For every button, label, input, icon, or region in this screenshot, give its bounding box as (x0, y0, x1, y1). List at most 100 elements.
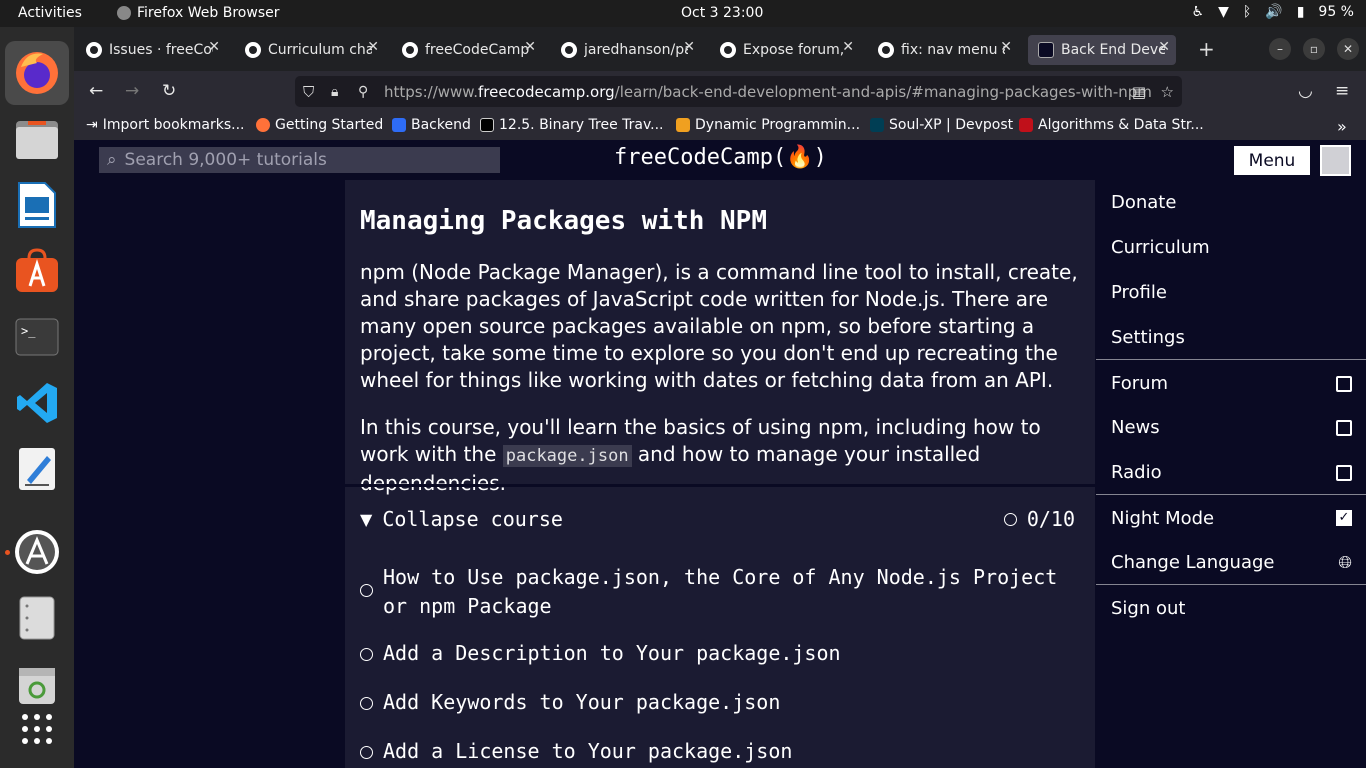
menu-item-change-language[interactable]: Change Language (1111, 552, 1274, 573)
url-text[interactable]: https://www.freecodecamp.org/learn/back-… (384, 83, 1152, 101)
reader-view-icon[interactable]: ▤ (1132, 83, 1146, 101)
collapse-course-toggle[interactable]: ▼ Collapse course (360, 507, 563, 531)
firefox-dock-icon[interactable] (5, 41, 69, 105)
pocket-icon[interactable]: ◡ (1298, 81, 1313, 101)
system-tray[interactable]: ♿ ▼ ᛒ 🔊 ▮ 95 % (1192, 4, 1354, 20)
github-icon (878, 42, 894, 58)
wifi-icon[interactable]: ▼ (1218, 4, 1229, 20)
site-logo[interactable]: freeCodeCamp(🔥) (614, 145, 827, 170)
tab[interactable]: freeCodeCamp/freeCodeCamp✕ (392, 35, 542, 65)
bookmark-star-icon[interactable]: ☆ (1161, 83, 1174, 101)
bookmarks-bar: ⇥ Import bookmarks... Getting Started Bac… (74, 112, 1366, 140)
bookmark-item[interactable]: ⇥ Import bookmarks... (86, 117, 245, 133)
github-icon (561, 42, 577, 58)
hamburger-menu-icon[interactable]: ≡ (1335, 81, 1349, 101)
vscode-dock-icon[interactable] (5, 371, 69, 435)
backend-favicon (392, 118, 406, 132)
bookmark-item[interactable]: Soul-XP | Devpost (870, 117, 1013, 133)
tab[interactable]: Curriculum challenges✕ (235, 35, 385, 65)
bookmark-item[interactable]: Getting Started (256, 117, 383, 133)
challenge-item[interactable]: Add Keywords to Your package.json (360, 690, 780, 714)
close-tab-icon[interactable]: ✕ (208, 39, 220, 55)
incomplete-circle-icon (360, 648, 373, 661)
activities-button[interactable]: Activities (18, 5, 82, 21)
show-apps-icon[interactable] (5, 697, 69, 761)
menu-item-night-mode[interactable]: Night Mode (1111, 508, 1214, 529)
accessibility-icon[interactable]: ♿ (1192, 4, 1205, 20)
lock-icon[interactable]: 🔒︎ (331, 84, 338, 100)
divider (1096, 494, 1366, 495)
permissions-icon[interactable]: ⚲ (358, 84, 368, 100)
writer-dock-icon[interactable] (5, 173, 69, 237)
reload-icon[interactable]: ↻ (162, 81, 176, 101)
challenge-item[interactable]: How to Use package.json, the Core of Any… (360, 563, 1073, 621)
text-editor-dock-icon[interactable] (5, 437, 69, 501)
tab[interactable]: Issues · freeCodeCamp✕ (76, 35, 226, 65)
minimize-icon[interactable]: – (1269, 38, 1291, 60)
menu-item-radio[interactable]: Radio (1111, 462, 1162, 483)
nav-menu-panel: Donate Curriculum Profile Settings Forum… (1096, 180, 1366, 629)
software-updater-dock-icon[interactable] (5, 520, 69, 584)
new-tab-icon[interactable]: + (1198, 37, 1215, 61)
github-icon (402, 42, 418, 58)
disks-dock-icon[interactable] (5, 586, 69, 650)
forward-icon[interactable]: → (125, 81, 139, 101)
course-intro: npm (Node Package Manager), is a command… (360, 260, 1078, 392)
terminal-favicon (480, 118, 494, 132)
avatar[interactable] (1320, 145, 1351, 176)
menu-item-sign-out[interactable]: Sign out (1111, 598, 1185, 619)
bookmark-item[interactable]: Dynamic Programmin... (676, 117, 860, 133)
more-bookmarks-icon[interactable]: » (1337, 117, 1347, 136)
close-tab-icon[interactable]: ✕ (842, 39, 854, 55)
close-tab-icon[interactable]: ✕ (683, 39, 695, 55)
tab-active[interactable]: Back End Development✕ (1028, 35, 1176, 65)
svg-text:>_: >_ (21, 324, 36, 338)
tab[interactable]: jaredhanson/passport✕ (551, 35, 701, 65)
tab[interactable]: Expose forum, news✕ (710, 35, 860, 65)
challenge-item[interactable]: Add a Description to Your package.json (360, 641, 841, 665)
volume-icon[interactable]: 🔊 (1265, 4, 1282, 20)
close-tab-icon[interactable]: ✕ (367, 39, 379, 55)
menu-button[interactable]: Menu (1234, 146, 1310, 175)
browser-nav-bar: ← → ↻ ⛉ 🔒︎ ⚲ https://www.freecodecamp.or… (74, 71, 1366, 112)
menu-item-news[interactable]: News (1111, 417, 1160, 438)
menu-item-donate[interactable]: Donate (1111, 192, 1176, 213)
url-bar[interactable]: ⛉ 🔒︎ ⚲ https://www.freecodecamp.org/lear… (295, 76, 1182, 107)
challenge-item[interactable]: Add a License to Your package.json (360, 739, 792, 763)
menu-item-profile[interactable]: Profile (1111, 282, 1167, 303)
close-window-icon[interactable]: ✕ (1337, 38, 1359, 60)
close-tab-icon[interactable]: ✕ (524, 39, 536, 55)
menu-item-curriculum[interactable]: Curriculum (1111, 237, 1210, 258)
course-block: Managing Packages with NPM npm (Node Pac… (345, 180, 1095, 768)
menu-item-forum[interactable]: Forum (1111, 373, 1168, 394)
course-progress: 0/10 (1003, 507, 1075, 531)
globe-icon: 🌐︎ (1338, 553, 1352, 573)
maximize-icon[interactable]: ▫ (1303, 38, 1325, 60)
bookmark-item[interactable]: 12.5. Binary Tree Trav... (480, 117, 664, 133)
dock: >_ (0, 27, 74, 768)
site-header: ⌕ Search 9,000+ tutorials freeCodeCamp(🔥)… (74, 140, 1366, 180)
terminal-dock-icon[interactable]: >_ (5, 305, 69, 369)
bluetooth-icon[interactable]: ᛒ (1243, 4, 1251, 20)
external-link-icon (1336, 465, 1352, 481)
shield-icon[interactable]: ⛉ (303, 83, 314, 101)
clock[interactable]: Oct 3 23:00 (681, 5, 763, 21)
menu-item-settings[interactable]: Settings (1111, 327, 1185, 348)
bookmark-item[interactable]: Algorithms & Data Str... (1019, 117, 1204, 133)
bookmark-item[interactable]: Backend (392, 117, 471, 133)
files-dock-icon[interactable] (5, 107, 69, 171)
close-tab-icon[interactable]: ✕ (1158, 39, 1170, 55)
close-tab-icon[interactable]: ✕ (1000, 39, 1012, 55)
app-menu[interactable]: Firefox Web Browser (117, 5, 280, 21)
external-link-icon (1336, 420, 1352, 436)
tab[interactable]: fix: nav menu accessibility✕ (868, 35, 1018, 65)
checkbox-checked-icon[interactable]: ✓ (1336, 510, 1352, 526)
search-icon: ⌕ (107, 150, 117, 170)
firefox-favicon (256, 118, 270, 132)
battery-icon[interactable]: ▮ (1297, 4, 1305, 20)
back-icon[interactable]: ← (89, 81, 103, 101)
app-center-dock-icon[interactable] (5, 239, 69, 303)
external-link-icon (1336, 376, 1352, 392)
geeks-favicon (1019, 118, 1033, 132)
search-input[interactable]: ⌕ Search 9,000+ tutorials (99, 147, 500, 173)
